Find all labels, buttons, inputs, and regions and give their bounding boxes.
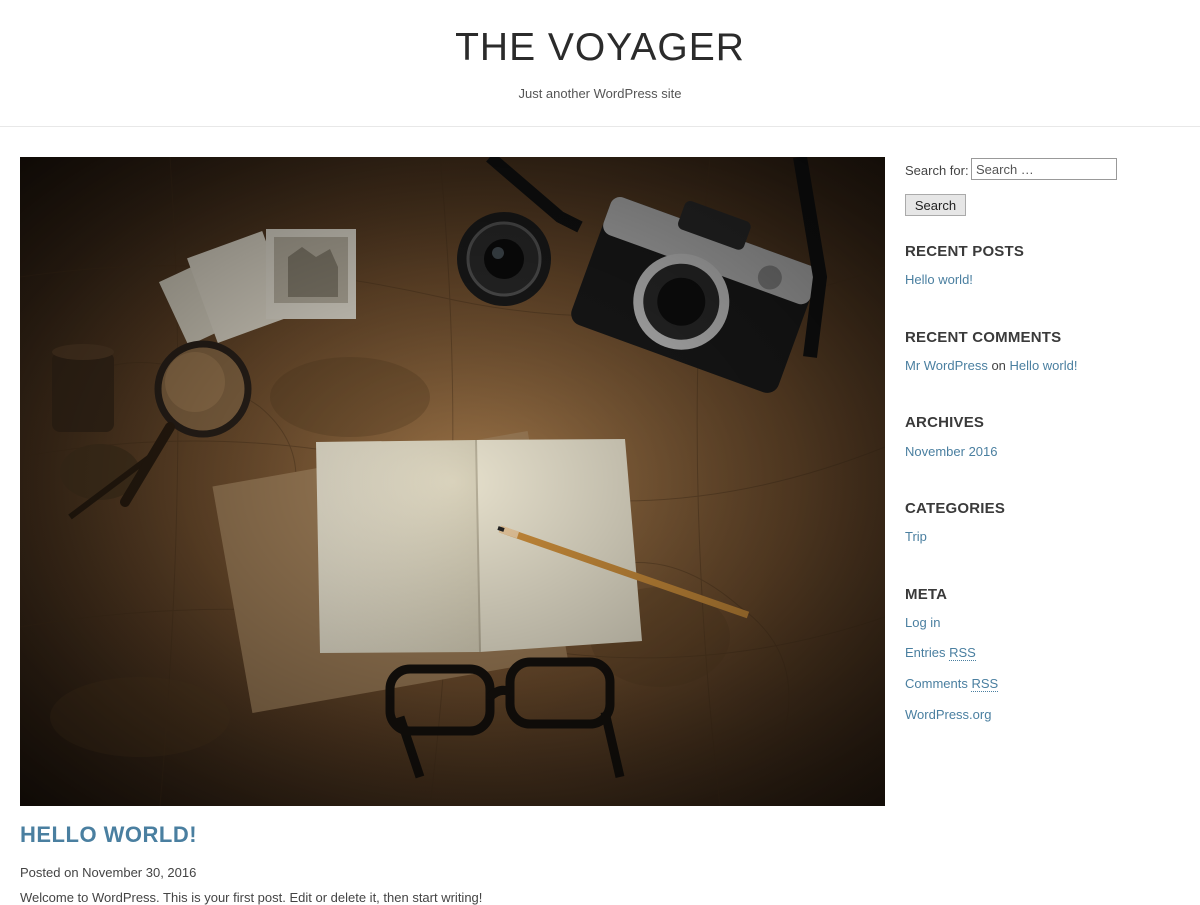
site-tagline: Just another WordPress site: [518, 86, 682, 101]
recent-post-link[interactable]: Hello world!: [905, 272, 973, 287]
site-title[interactable]: THE VOYAGER: [0, 26, 1200, 70]
search-label: Search for:: [905, 163, 969, 178]
comments-rss-label: Comments: [905, 676, 968, 691]
entries-rss-label: Entries: [905, 645, 946, 660]
archives-heading: ARCHIVES: [905, 414, 985, 431]
comments-rss-link[interactable]: Comments RSS: [905, 676, 999, 692]
recent-comments-heading: RECENT COMMENTS: [905, 329, 1062, 346]
comment-on-text: on: [991, 358, 1006, 373]
search-form: Search for:: [905, 157, 1165, 183]
post-date-link[interactable]: November 30, 2016: [82, 865, 196, 880]
comments-rss-abbr: RSS: [971, 676, 999, 692]
post-title-link[interactable]: HELLO WORLD!: [20, 822, 197, 848]
post-excerpt: Welcome to WordPress. This is your first…: [20, 890, 483, 905]
search-input[interactable]: [971, 158, 1117, 180]
entries-rss-abbr: RSS: [949, 645, 976, 661]
entries-rss-link[interactable]: Entries RSS: [905, 645, 976, 661]
recent-comment-item: Mr WordPress on Hello world!: [905, 358, 1077, 373]
recent-posts-heading: RECENT POSTS: [905, 243, 1025, 260]
post-meta-prefix: Posted on: [20, 865, 79, 880]
comment-author-link[interactable]: Mr WordPress: [905, 358, 988, 373]
comment-post-link[interactable]: Hello world!: [1010, 358, 1078, 373]
site-header: THE VOYAGER Just another WordPress site: [0, 0, 1200, 127]
archive-link[interactable]: November 2016: [905, 444, 998, 459]
meta-heading: META: [905, 586, 948, 603]
travel-flatlay-illustration: [20, 157, 885, 806]
category-link[interactable]: Trip: [905, 529, 927, 544]
search-button[interactable]: Search: [905, 194, 966, 216]
categories-heading: CATEGORIES: [905, 500, 1006, 517]
wordpress-org-link[interactable]: WordPress.org: [905, 707, 991, 722]
login-link[interactable]: Log in: [905, 615, 940, 630]
featured-image[interactable]: [20, 157, 885, 806]
post-meta: Posted on November 30, 2016: [20, 865, 196, 880]
